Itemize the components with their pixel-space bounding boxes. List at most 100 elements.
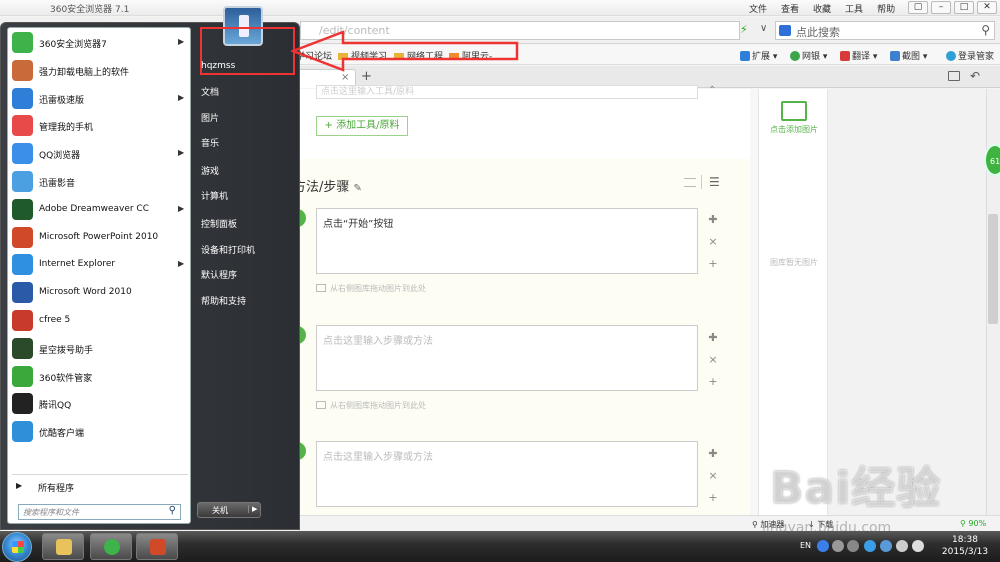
volume-icon[interactable] (912, 540, 924, 552)
search-icon[interactable]: ⚲ (981, 23, 990, 37)
tray-item-icon[interactable] (864, 540, 876, 552)
submenu-arrow-icon[interactable]: ▶ (178, 259, 184, 268)
add-image-link[interactable]: 点击添加图片 (759, 124, 829, 135)
submenu-arrow-icon[interactable]: ▶ (178, 148, 184, 157)
delete-icon[interactable]: × (706, 231, 720, 253)
menu-view[interactable]: 查看 (777, 2, 803, 15)
start-program-item[interactable]: 星空拨号助手 (8, 335, 192, 362)
toolbar-extensions[interactable]: 扩展 ▾ (740, 49, 777, 62)
editor-scrollbar[interactable] (750, 89, 758, 515)
step-input[interactable]: 点击这里输入步骤或方法 (316, 325, 698, 391)
start-program-item[interactable]: QQ浏览器 ▶ (8, 140, 192, 167)
menu-file[interactable]: 文件 (745, 2, 771, 15)
move-icon[interactable]: ✚ (706, 327, 720, 349)
minimize-button[interactable]: – (931, 1, 951, 14)
chevron-down-icon[interactable]: ∨ (760, 23, 767, 34)
start-program-item[interactable]: Adobe Dreamweaver CC ▶ (8, 196, 192, 223)
start-program-item[interactable]: 迅雷极速版 ▶ (8, 85, 192, 112)
program-icon (12, 282, 33, 304)
submenu-arrow-icon[interactable]: ▶ (178, 204, 184, 213)
zoom-level[interactable]: ⚲ 90% (960, 519, 986, 528)
help-icon[interactable] (817, 540, 829, 552)
list-plain-icon[interactable] (684, 178, 696, 187)
tools-input[interactable]: 点击这里输入工具/原料 (316, 85, 698, 99)
step-input[interactable]: 点击这里输入步骤或方法 (316, 441, 698, 507)
taskbar-explorer[interactable] (42, 533, 84, 560)
start-program-item[interactable]: 迅雷影音 (8, 168, 192, 195)
start-link-devices-printers[interactable]: 设备和打印机 (201, 243, 255, 256)
tray-item-icon[interactable] (832, 540, 844, 552)
start-program-item[interactable]: 强力卸载电脑上的软件 (8, 57, 192, 84)
toolbar-screenshot[interactable]: 截图 ▾ (890, 49, 927, 62)
maximize-button[interactable]: □ (954, 1, 974, 14)
start-program-item[interactable]: 360安全浏览器7 ▶ (8, 29, 192, 56)
drag-hint: 从右侧图库拖动图片到此处 (316, 283, 426, 294)
search-icon[interactable]: ⚲ (169, 505, 176, 516)
toolbar-ebank[interactable]: 网银 ▾ (790, 49, 827, 62)
network-icon[interactable] (896, 540, 908, 552)
scrollbar-thumb[interactable] (988, 214, 998, 324)
taskbar-360browser[interactable] (90, 533, 132, 560)
start-user-name[interactable]: hqzmss (201, 61, 235, 71)
start-program-item[interactable]: cfree 5 (8, 307, 192, 334)
toolbar-login[interactable]: 登录管家 (946, 49, 994, 62)
clock-time: 18:38 (952, 535, 978, 545)
clock[interactable]: 18:38 2015/3/13 (935, 534, 995, 558)
start-program-item[interactable]: Internet Explorer ▶ (8, 251, 192, 278)
start-button[interactable] (2, 532, 32, 562)
taskbar-powerpoint[interactable] (136, 533, 178, 560)
divider (12, 474, 188, 475)
collapse-icon[interactable]: ⌃ (708, 85, 716, 96)
start-program-item[interactable]: 管理我的手机 (8, 112, 192, 139)
add-image-icon[interactable] (781, 101, 807, 121)
restore-tabs-icon[interactable] (948, 71, 960, 81)
speed-icon[interactable]: ⚡ (740, 23, 748, 36)
language-indicator[interactable]: EN (800, 541, 811, 550)
start-link-games[interactable]: 游戏 (201, 164, 219, 177)
program-icon (12, 32, 33, 53)
tab-close-icon[interactable]: × (341, 72, 349, 83)
floating-badge[interactable]: 61 (984, 144, 1000, 176)
move-icon[interactable]: ✚ (706, 209, 720, 231)
start-link-computer[interactable]: 计算机 (201, 189, 228, 202)
list-icon[interactable]: ☰ (709, 175, 720, 189)
all-programs-button[interactable]: ▶ 所有程序 (8, 477, 192, 495)
skin-icon[interactable]: ▢ (908, 1, 928, 14)
menu-favorites[interactable]: 收藏 (809, 2, 835, 15)
start-program-item[interactable]: Microsoft Word 2010 (8, 279, 192, 306)
start-program-item[interactable]: Microsoft PowerPoint 2010 (8, 224, 192, 251)
start-program-item[interactable]: 360软件管家 (8, 363, 192, 390)
start-link-music[interactable]: 音乐 (201, 136, 219, 149)
add-icon[interactable]: + (706, 371, 720, 393)
ebank-icon (790, 51, 800, 61)
add-icon[interactable]: + (706, 487, 720, 509)
close-button[interactable]: ✕ (977, 1, 997, 14)
add-icon[interactable]: + (706, 253, 720, 275)
submenu-arrow-icon[interactable]: ▶ (178, 37, 184, 46)
search-box[interactable]: 点此搜索 ⚲ (775, 21, 995, 40)
start-program-item[interactable]: 腾讯QQ (8, 390, 192, 417)
menu-tools[interactable]: 工具 (841, 2, 867, 15)
toolbar-translate[interactable]: 翻译 ▾ (840, 49, 877, 62)
start-search-input[interactable]: 搜索程序和文件 ⚲ (18, 504, 181, 520)
start-link-documents[interactable]: 文档 (201, 85, 219, 98)
search-engine-icon[interactable] (779, 25, 791, 36)
start-link-control-panel[interactable]: 控制面板 (201, 217, 237, 230)
add-tool-button[interactable]: + 添加工具/原料 (316, 116, 408, 136)
tray-item-icon[interactable] (847, 540, 859, 552)
tray-item-icon[interactable] (880, 540, 892, 552)
start-link-help-support[interactable]: 帮助和支持 (201, 294, 246, 307)
move-icon[interactable]: ✚ (706, 443, 720, 465)
undo-icon[interactable]: ↶ (970, 69, 980, 83)
shutdown-options-icon[interactable]: ▶ (248, 505, 257, 513)
delete-icon[interactable]: × (706, 465, 720, 487)
pencil-icon[interactable]: ✎ (354, 183, 362, 194)
menu-help[interactable]: 帮助 (873, 2, 899, 15)
delete-icon[interactable]: × (706, 349, 720, 371)
shutdown-button[interactable]: 关机 ▶ (197, 502, 261, 518)
start-link-default-programs[interactable]: 默认程序 (201, 268, 237, 281)
submenu-arrow-icon[interactable]: ▶ (178, 93, 184, 102)
step-input[interactable]: 点击“开始”按钮 (316, 208, 698, 274)
start-program-item[interactable]: 优酷客户端 (8, 418, 192, 445)
start-link-pictures[interactable]: 图片 (201, 111, 219, 124)
